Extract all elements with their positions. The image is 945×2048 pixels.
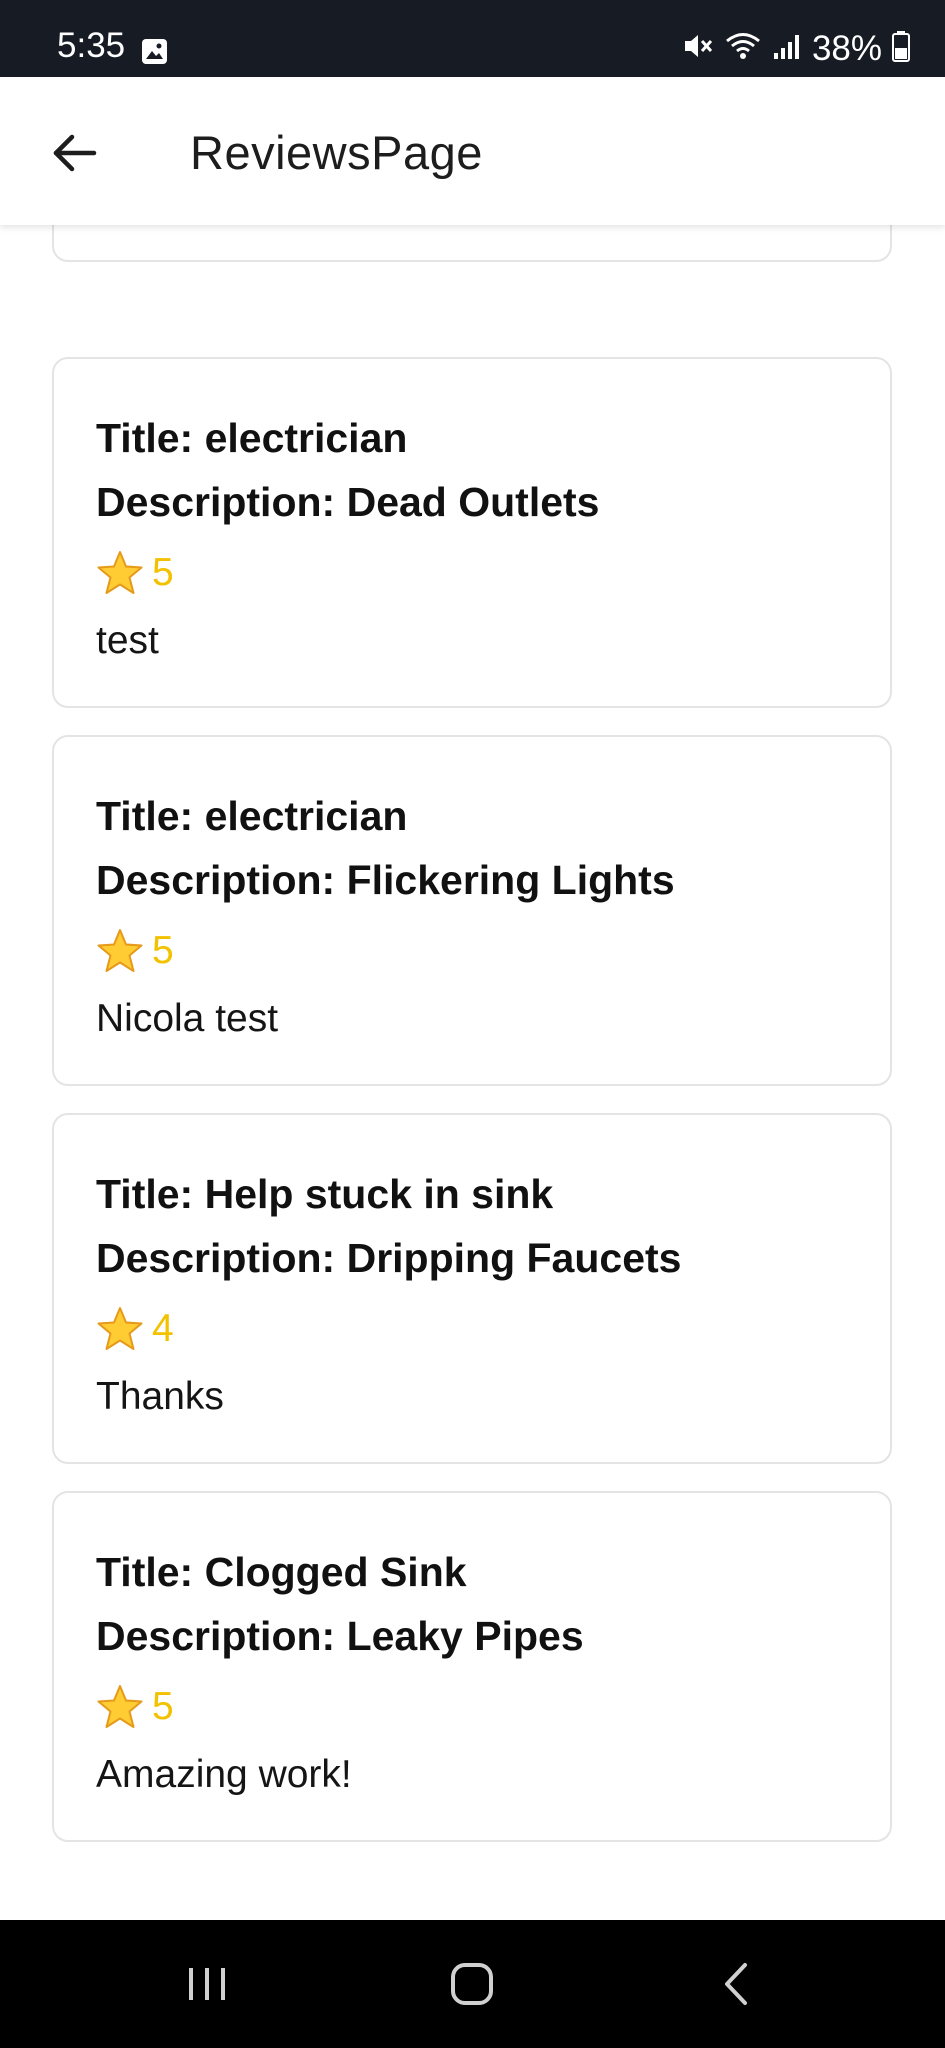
reviews-list[interactable]: Title: electrician Description: Dead Out… xyxy=(0,225,945,1920)
review-card[interactable]: Title: Help stuck in sink Description: D… xyxy=(52,1113,892,1464)
review-comment: test xyxy=(96,619,159,662)
review-description: Description: Flickering Lights xyxy=(96,857,675,903)
rating-row: 5 xyxy=(96,543,890,603)
review-title: Title: electrician xyxy=(96,415,408,461)
review-title: Title: Clogged Sink xyxy=(96,1549,467,1595)
status-bar: 5:35 38% xyxy=(0,0,945,77)
home-icon xyxy=(451,1963,493,2005)
home-button[interactable] xyxy=(412,1920,532,2048)
review-card-partial[interactable] xyxy=(52,225,892,262)
arrow-left-icon xyxy=(53,134,97,172)
recent-apps-button[interactable] xyxy=(147,1920,267,2048)
review-comment: Amazing work! xyxy=(96,1753,352,1796)
back-icon xyxy=(725,1963,747,2005)
wifi-icon xyxy=(724,31,762,66)
rating-value: 5 xyxy=(152,1685,174,1728)
review-title: Title: Help stuck in sink xyxy=(96,1171,554,1217)
star-icon xyxy=(97,551,143,594)
rating-row: 5 xyxy=(96,921,890,981)
rating-row: 4 xyxy=(96,1299,890,1359)
rating-row: 5 xyxy=(96,1677,890,1737)
review-comment: Thanks xyxy=(96,1375,224,1418)
rating-value: 4 xyxy=(152,1307,174,1350)
system-nav-bar xyxy=(0,1920,945,2048)
review-card[interactable]: Title: electrician Description: Flickeri… xyxy=(52,735,892,1086)
rating-value: 5 xyxy=(152,929,174,972)
screen: 5:35 38% ReviewsPage Title: electrician … xyxy=(0,0,945,2048)
review-card[interactable]: Title: Clogged Sink Description: Leaky P… xyxy=(52,1491,892,1842)
review-description: Description: Leaky Pipes xyxy=(96,1613,584,1659)
review-description: Description: Dripping Faucets xyxy=(96,1235,682,1281)
nav-back-button[interactable] xyxy=(676,1920,796,2048)
signal-icon xyxy=(772,31,802,66)
battery-percentage: 38% xyxy=(811,28,882,68)
mute-icon xyxy=(682,31,714,66)
status-icons: 38% xyxy=(682,28,910,68)
battery-icon xyxy=(892,30,910,67)
image-icon xyxy=(141,38,168,65)
page-title: ReviewsPage xyxy=(190,126,483,179)
review-title: Title: electrician xyxy=(96,793,408,839)
back-button[interactable] xyxy=(44,123,104,183)
review-comment: Nicola test xyxy=(96,997,279,1040)
review-card[interactable]: Title: electrician Description: Dead Out… xyxy=(52,357,892,708)
app-bar: ReviewsPage xyxy=(0,77,945,225)
star-icon xyxy=(97,1685,143,1728)
status-time: 5:35 xyxy=(57,26,126,65)
star-icon xyxy=(97,929,143,972)
recent-apps-icon xyxy=(189,1968,225,2000)
star-icon xyxy=(97,1307,143,1350)
rating-value: 5 xyxy=(152,551,174,594)
review-description: Description: Dead Outlets xyxy=(96,479,600,525)
